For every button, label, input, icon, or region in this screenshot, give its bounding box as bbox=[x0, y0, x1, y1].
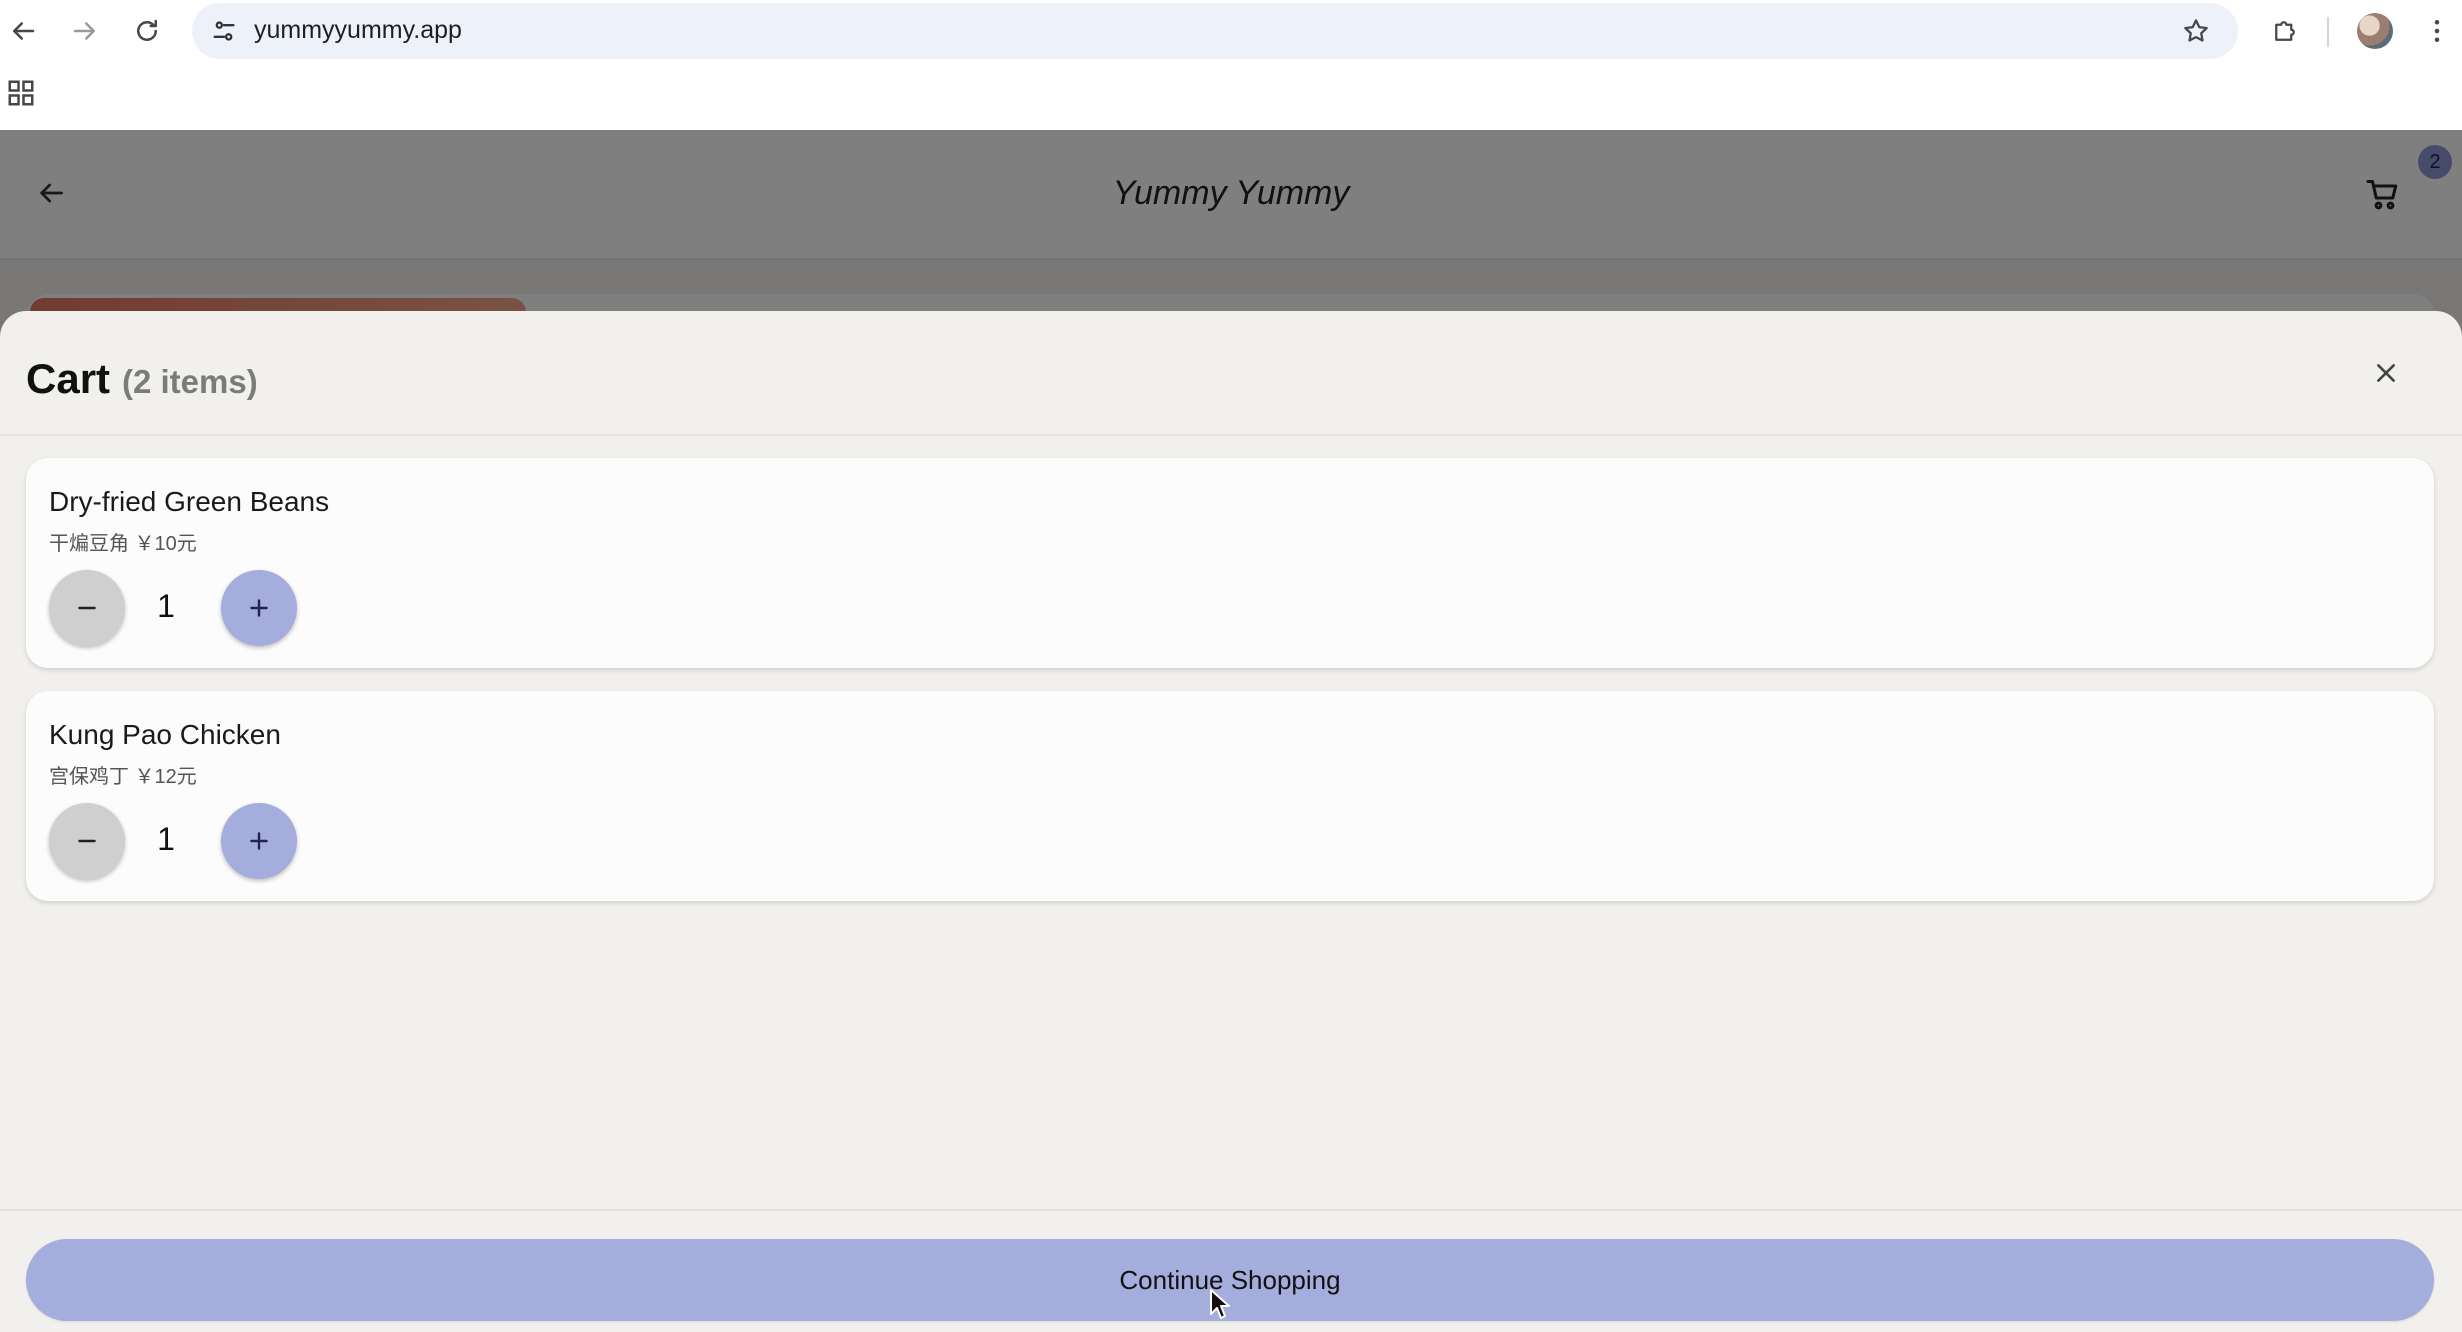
puzzle-icon bbox=[2275, 21, 2295, 41]
item-subtitle: 干煸豆角 ￥10元 bbox=[49, 533, 197, 555]
kebab-menu-icon bbox=[2434, 20, 2440, 42]
plus-icon bbox=[250, 832, 268, 850]
bookmark-button[interactable] bbox=[2176, 11, 2216, 51]
address-bar[interactable]: yummyyummy.app bbox=[192, 3, 2238, 59]
item-name: Kung Pao Chicken bbox=[49, 719, 281, 750]
bookmarks-bar bbox=[0, 62, 2462, 131]
cart-item-count: (2 items) bbox=[122, 363, 258, 400]
close-icon bbox=[2377, 364, 2395, 382]
increase-quantity-button[interactable] bbox=[221, 803, 297, 879]
cart-header: Cart (2 items) bbox=[0, 311, 2462, 436]
tune-icon bbox=[213, 21, 235, 41]
item-quantity: 1 bbox=[157, 588, 175, 624]
apps-grid-icon[interactable] bbox=[6, 78, 36, 108]
toolbar-divider bbox=[2327, 17, 2329, 47]
item-quantity: 1 bbox=[157, 821, 175, 857]
decrease-quantity-button[interactable] bbox=[49, 803, 125, 879]
cart-item: Dry-fried Green Beans 干煸豆角 ￥10元 1 bbox=[26, 458, 2434, 668]
arrow-right-icon bbox=[73, 22, 95, 40]
minus-icon bbox=[78, 839, 96, 843]
mouse-cursor-icon bbox=[1210, 1289, 1230, 1319]
reload-icon bbox=[137, 19, 157, 41]
site-settings-button[interactable] bbox=[202, 9, 246, 53]
arrow-left-icon bbox=[13, 22, 35, 40]
item-subtitle: 宫保鸡丁 ￥12元 bbox=[49, 766, 197, 788]
cart-item: Kung Pao Chicken 宫保鸡丁 ￥12元 1 bbox=[26, 691, 2434, 901]
page-viewport: Yummy Yummy 2 Cart (2 items) Dry-fried G… bbox=[0, 130, 2462, 1332]
increase-quantity-button[interactable] bbox=[221, 570, 297, 646]
profile-avatar[interactable] bbox=[2357, 13, 2393, 49]
minus-icon bbox=[78, 606, 96, 610]
reload-button[interactable] bbox=[124, 8, 170, 54]
cart-sheet: Cart (2 items) Dry-fried Green Beans 干煸豆… bbox=[0, 311, 2462, 1332]
decrease-quantity-button[interactable] bbox=[49, 570, 125, 646]
url-text[interactable]: yummyyummy.app bbox=[254, 16, 462, 45]
back-button[interactable] bbox=[0, 8, 46, 54]
browser-menu-button[interactable] bbox=[2414, 8, 2460, 54]
close-cart-button[interactable] bbox=[2364, 351, 2408, 395]
plus-icon bbox=[250, 599, 268, 617]
star-icon bbox=[2184, 19, 2208, 42]
browser-toolbar: yummyyummy.app bbox=[0, 0, 2462, 62]
forward-button[interactable] bbox=[62, 8, 108, 54]
item-name: Dry-fried Green Beans bbox=[49, 486, 330, 517]
cart-title: Cart bbox=[26, 355, 111, 402]
extensions-button[interactable] bbox=[2262, 8, 2308, 54]
